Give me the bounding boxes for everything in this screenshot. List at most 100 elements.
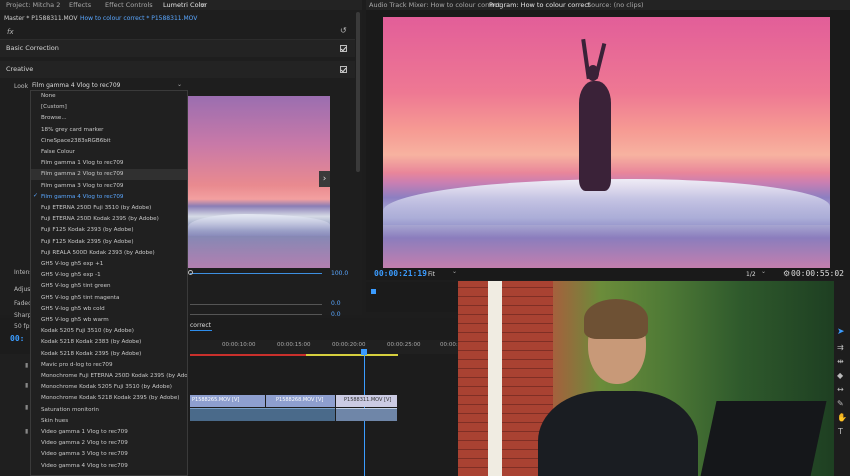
program-monitor: 00:00:21:19 Fit ⌄ 1/2 ⌄ ⚙ 00:00:55:02 xyxy=(366,10,850,280)
program-video-frame[interactable] xyxy=(383,17,830,268)
master-clip-label[interactable]: Master * P1588311.MOV xyxy=(4,15,77,22)
track-select-tool-icon[interactable]: ⇉ xyxy=(837,343,844,352)
look-option[interactable]: Monochrome Kodak 5218 Kodak 2395 (by Ado… xyxy=(41,393,179,404)
tab-effect-controls[interactable]: Effect Controls xyxy=(105,0,153,10)
faded-value[interactable]: 0.0 xyxy=(331,300,341,307)
tab-audio-track-mixer[interactable]: Audio Track Mixer: How to colour correct xyxy=(369,0,500,10)
look-option[interactable]: Video gamma 3 Vlog to rec709 xyxy=(41,449,128,460)
laptop xyxy=(699,401,827,476)
look-option[interactable]: CineSpace2383sRGB6bit xyxy=(41,136,111,147)
look-option[interactable]: Film gamma 1 Vlog to rec709 xyxy=(41,158,123,169)
selection-tool-icon[interactable]: ➤ xyxy=(837,327,845,337)
look-option[interactable]: Kodak 5205 Fuji 3510 (by Adobe) xyxy=(41,326,134,337)
look-option[interactable]: Video gamma 4 Vlog to rec709 xyxy=(41,461,128,472)
look-option[interactable]: GH5 V-log gh5 wb warm xyxy=(41,315,109,326)
chevron-down-icon: ⌄ xyxy=(176,81,182,88)
presenter-hair xyxy=(584,299,648,339)
sharpen-slider[interactable] xyxy=(190,314,322,315)
tab-project[interactable]: Project: Mitcha 2 xyxy=(6,0,60,10)
look-option[interactable]: GH5 V-log gh5 tint green xyxy=(41,281,111,292)
faded-slider[interactable] xyxy=(190,304,322,305)
look-option[interactable]: Fuji ETERNA 250D Fuji 3510 (by Adobe) xyxy=(41,203,151,214)
ripple-tool-icon[interactable]: ⇹ xyxy=(837,357,844,366)
look-option[interactable]: Kodak 5218 Kodak 2383 (by Adobe) xyxy=(41,337,141,348)
look-option[interactable]: Kodak 5218 Kodak 2395 (by Adobe) xyxy=(41,349,141,360)
creative-label: Creative xyxy=(6,65,34,73)
tab-program-monitor[interactable]: Program: How to colour correct xyxy=(489,0,591,11)
pen-tool-icon[interactable]: ✎ xyxy=(837,399,844,408)
type-tool-icon[interactable]: T xyxy=(838,427,843,436)
look-option[interactable]: Monochrome Fuji ETERNA 250D Kodak 2395 (… xyxy=(41,371,187,382)
video-clip[interactable]: P1588311.MOV [V] xyxy=(336,395,397,407)
look-option[interactable]: Browse... xyxy=(41,113,67,124)
basic-correction-label: Basic Correction xyxy=(6,44,59,52)
creative-header[interactable]: Creative xyxy=(0,61,355,78)
look-option[interactable]: Skin hues xyxy=(41,416,68,427)
look-option[interactable]: Fuji F125 Kodak 2395 (by Adobe) xyxy=(41,237,134,248)
look-option[interactable]: GH5 V-log gh5 tint magenta xyxy=(41,293,119,304)
slip-tool-icon[interactable]: ↔ xyxy=(837,385,844,394)
clip-label: P1588311.MOV [V] xyxy=(344,397,392,403)
basic-correction-header[interactable]: Basic Correction xyxy=(0,40,355,57)
video-clip[interactable]: P1588265.MOV [V] xyxy=(190,395,265,407)
program-current-time[interactable]: 00:00:21:19 xyxy=(374,269,427,278)
razor-tool-icon[interactable]: ◆ xyxy=(837,371,843,380)
menu-icon[interactable]: ≡ xyxy=(200,0,206,10)
wrench-icon[interactable]: ⚙ xyxy=(783,269,790,278)
intensity-value[interactable]: 100.0 xyxy=(331,270,348,277)
program-mini-timeline[interactable] xyxy=(366,282,458,312)
video-clip[interactable]: P1588268.MOV [V] xyxy=(266,395,335,407)
look-option[interactable]: Fuji REALA 500D Kodak 2393 (by Adobe) xyxy=(41,248,155,259)
timeline-timecode[interactable]: 00: xyxy=(10,334,24,343)
audio-clip[interactable] xyxy=(336,408,397,421)
render-bar-yellow xyxy=(306,354,398,356)
timeline-tab[interactable]: correct xyxy=(190,322,211,329)
tab-source-monitor[interactable]: Source: (no clips) xyxy=(587,0,644,10)
look-option[interactable]: Video gamma 2 Vlog to rec709 xyxy=(41,438,128,449)
look-option[interactable]: 18% grey card marker xyxy=(41,125,103,136)
hand-tool-icon[interactable]: ✋ xyxy=(837,413,847,422)
zoom-select[interactable]: Fit xyxy=(428,271,435,278)
look-option[interactable]: Film gamma 4 Vlog to rec709 xyxy=(41,192,123,203)
track-headers xyxy=(0,354,30,476)
silhouette-figure xyxy=(579,81,611,191)
look-option[interactable]: Monochrome Kodak 5205 Fuji 3510 (by Adob… xyxy=(41,382,172,393)
look-option[interactable]: Film gamma 2 Vlog to rec709 xyxy=(31,169,187,181)
look-option[interactable]: Saturation monitorin xyxy=(41,405,99,416)
creative-checkbox[interactable] xyxy=(340,66,347,73)
look-option[interactable]: False Colour xyxy=(41,147,75,158)
resolution-select[interactable]: 1/2 xyxy=(746,271,756,278)
lock-icon[interactable]: ▮ xyxy=(25,382,28,389)
look-option[interactable]: GH5 V-log gh5 exp -1 xyxy=(41,270,101,281)
tab-effects[interactable]: Effects xyxy=(69,0,91,10)
lock-icon[interactable]: ▮ xyxy=(25,362,28,369)
render-bar-red xyxy=(190,354,306,356)
look-option[interactable]: GH5 V-log gh5 exp +1 xyxy=(41,259,103,270)
look-option[interactable]: Film gamma 3 Vlog to rec709 xyxy=(41,181,123,192)
look-option[interactable]: None xyxy=(41,91,56,102)
look-option[interactable]: [Custom] xyxy=(41,102,67,113)
ruler-label: 00:00: xyxy=(440,342,458,348)
look-option[interactable]: Mavic pro d-log to rec709 xyxy=(41,360,113,371)
look-dropdown-menu[interactable]: None [Custom] Browse... 18% grey card marke… xyxy=(30,90,188,476)
basic-correction-checkbox[interactable] xyxy=(340,45,347,52)
sequence-clip-label[interactable]: How to colour correct * P1588311.MOV xyxy=(80,15,197,22)
look-option[interactable]: Fuji F125 Kodak 2393 (by Adobe) xyxy=(41,225,134,236)
lock-icon[interactable]: ▮ xyxy=(25,428,28,435)
look-select-value: Film gamma 4 Vlog to rec709 xyxy=(32,82,121,89)
sharpen-value[interactable]: 0.0 xyxy=(331,311,341,318)
next-look-button[interactable]: › xyxy=(319,171,330,187)
silhouette-arm xyxy=(593,43,607,79)
look-option[interactable]: Video gamma 1 Vlog to rec709 xyxy=(41,427,128,438)
program-playhead-marker[interactable] xyxy=(371,289,376,294)
look-option[interactable]: Fuji ETERNA 250D Kodak 2395 (by Adobe) xyxy=(41,214,159,225)
reset-icon[interactable]: ↺ xyxy=(340,26,347,35)
audio-clip[interactable] xyxy=(190,408,335,421)
time-ruler[interactable]: 00:00:10:00 00:00:15:00 00:00:20:00 00:0… xyxy=(190,340,458,354)
panel-scrollbar[interactable] xyxy=(356,12,360,172)
intensity-slider[interactable] xyxy=(190,273,322,274)
look-option[interactable]: GH5 V-log gh5 wb cold xyxy=(41,304,105,315)
look-label: Look xyxy=(14,83,29,90)
intensity-slider-handle[interactable] xyxy=(188,270,193,275)
lock-icon[interactable]: ▮ xyxy=(25,404,28,411)
